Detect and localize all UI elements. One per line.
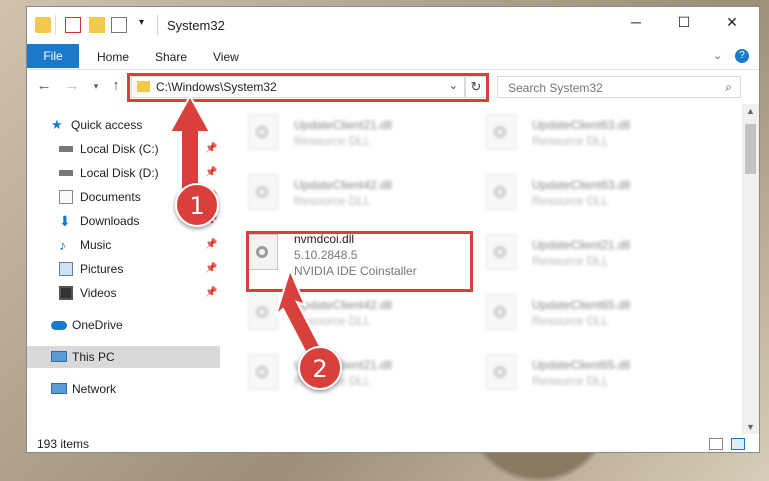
arrow-2 (274, 267, 324, 359)
annotation-arrows (168, 93, 324, 359)
arrow-1 (168, 93, 212, 191)
callout-2: 2 (298, 346, 342, 390)
callout-1: 1 (175, 183, 219, 227)
